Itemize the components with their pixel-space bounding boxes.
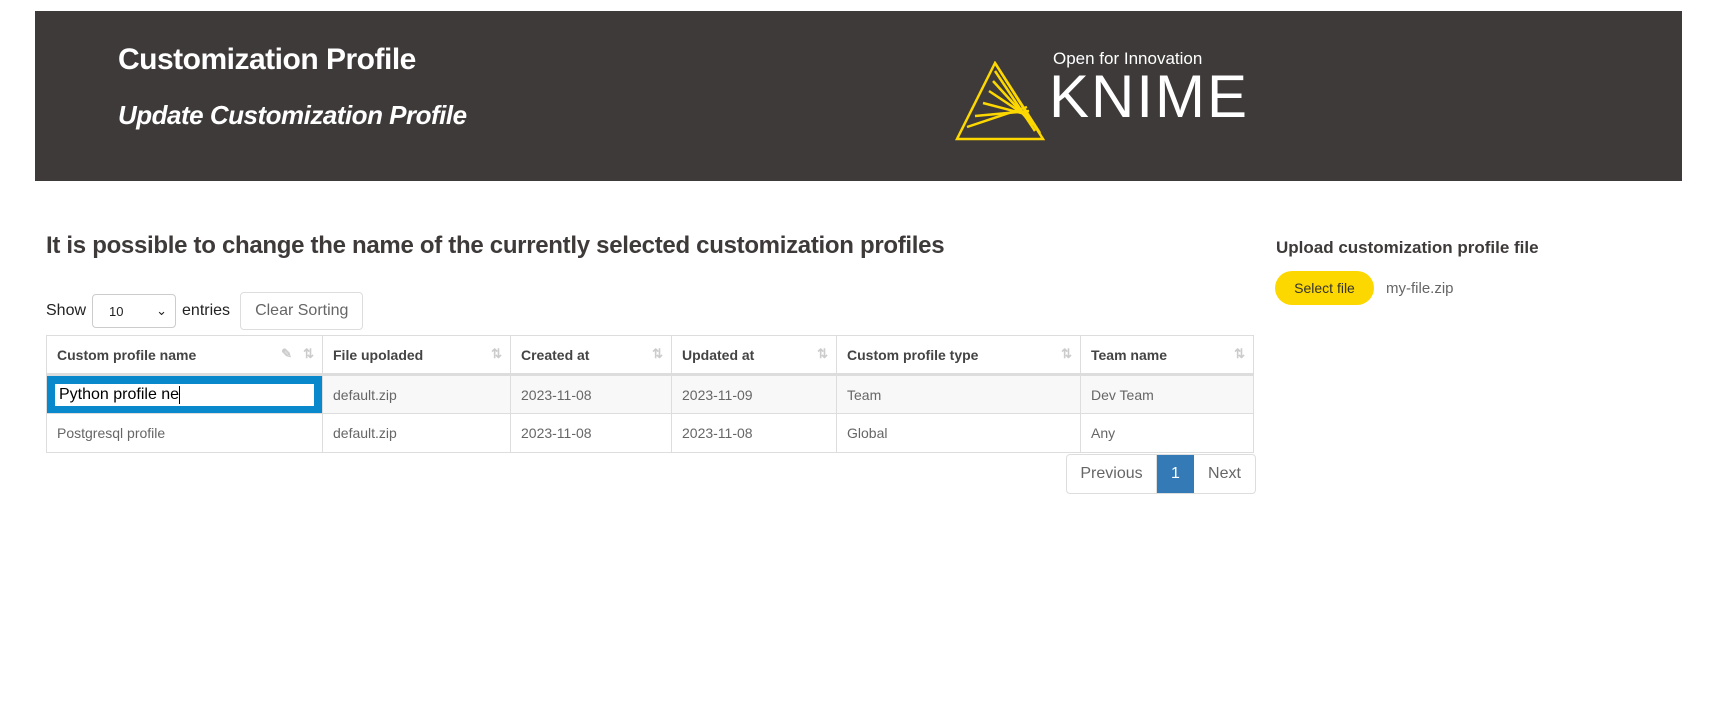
team-cell: Any [1080, 413, 1254, 453]
sort-icon: ⇅ [303, 346, 314, 361]
entries-label: entries [182, 302, 231, 319]
file-cell: default.zip [322, 413, 511, 453]
created-cell: 2023-11-08 [510, 413, 672, 453]
entries-select-value: 10 [109, 303, 124, 319]
team-cell: Dev Team [1080, 374, 1254, 414]
created-cell: 2023-11-08 [510, 374, 672, 414]
type-cell: Global [836, 413, 1081, 453]
show-label: Show [46, 302, 87, 319]
page-1-button[interactable]: 1 [1157, 455, 1194, 493]
column-label: File upoladed [333, 346, 424, 363]
page-header: Customization Profile Update Customizati… [35, 11, 1682, 181]
next-page-button[interactable]: Next [1194, 455, 1255, 493]
column-label: Updated at [682, 346, 755, 363]
knime-logo: Open for Innovation KNIME [955, 49, 1255, 141]
file-cell: default.zip [322, 374, 511, 414]
text-caret [179, 385, 181, 404]
chevron-down-icon: ⌄ [156, 303, 168, 318]
section-heading: It is possible to change the name of the… [46, 232, 945, 259]
column-header-type[interactable]: Custom profile type ⇅ [836, 335, 1081, 376]
previous-page-button[interactable]: Previous [1067, 455, 1157, 493]
updated-cell: 2023-11-09 [671, 374, 837, 414]
page-title: Customization Profile [118, 43, 416, 76]
type-cell: Team [836, 374, 1081, 414]
name-cell-editing[interactable]: Python profile ne [46, 374, 323, 414]
column-header-team[interactable]: Team name ⇅ [1080, 335, 1254, 376]
column-header-created[interactable]: Created at ⇅ [510, 335, 672, 376]
column-label: Team name [1091, 346, 1167, 363]
entries-select[interactable]: 10 ⌄ [92, 294, 177, 328]
name-cell[interactable]: Postgresql profile [46, 413, 323, 453]
column-header-name[interactable]: Custom profile name ✎ ⇅ [46, 335, 323, 376]
column-header-file[interactable]: File upoladed ⇅ [322, 335, 511, 376]
profiles-table: Custom profile name ✎ ⇅ File upoladed ⇅ Cre… [46, 335, 1254, 453]
table-controls: Show 10 ⌄ entries Clear Sorting [46, 292, 364, 330]
table-row[interactable]: Postgresql profile default.zip 2023-11-0… [46, 413, 1254, 453]
input-value: Python profile ne [59, 385, 180, 403]
knime-triangle-icon [955, 61, 1045, 141]
sort-icon: ⇅ [1234, 346, 1245, 361]
updated-cell: 2023-11-08 [671, 413, 837, 453]
page-subtitle: Update Customization Profile [118, 100, 467, 130]
pencil-icon: ✎ [281, 346, 292, 361]
upload-title: Upload customization profile file [1276, 238, 1539, 257]
sort-icon: ⇅ [817, 346, 828, 361]
table-row[interactable]: Python profile ne default.zip 2023-11-08… [46, 374, 1254, 414]
select-file-button[interactable]: Select file [1275, 271, 1374, 305]
column-header-updated[interactable]: Updated at ⇅ [671, 335, 837, 376]
pagination: Previous 1 Next [1066, 454, 1256, 494]
selected-filename: my-file.zip [1386, 280, 1454, 297]
clear-sorting-button[interactable]: Clear Sorting [240, 292, 364, 330]
sort-icon: ⇅ [652, 346, 663, 361]
sort-icon: ⇅ [491, 346, 502, 361]
sort-icon: ⇅ [1061, 346, 1072, 361]
profile-name-input[interactable]: Python profile ne [55, 383, 314, 406]
column-label: Created at [521, 346, 590, 363]
column-label: Custom profile type [847, 346, 979, 363]
logo-wordmark: KNIME [1049, 63, 1250, 130]
column-label: Custom profile name [57, 346, 197, 363]
